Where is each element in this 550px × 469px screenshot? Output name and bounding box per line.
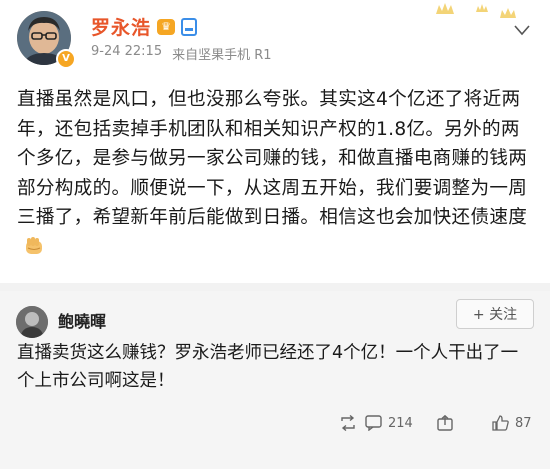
commenter-name[interactable]: 鲍曉暉 xyxy=(58,308,106,332)
section-divider xyxy=(0,283,550,291)
thumbs-up-icon xyxy=(492,415,509,431)
comment-action[interactable]: 214 xyxy=(365,409,413,437)
comment-card: 鲍曉暉 + 关注 直播卖货这么赚钱？罗永浩老师已经还了4个亿！一个人干出了一个上… xyxy=(0,291,550,469)
author-name[interactable]: 罗永浩 xyxy=(91,13,151,40)
crown-badge-icon: ♛ xyxy=(157,18,176,35)
share-action[interactable] xyxy=(437,409,454,437)
post-content: 直播虽然是风口，但也没那么夸张。其实这4个亿还了将近两年，还包括卖掉手机团队和相… xyxy=(17,85,537,262)
chevron-down-icon[interactable] xyxy=(514,24,530,36)
post-time: 9-24 22:15 xyxy=(91,44,163,59)
author-row: 罗永浩 ♛ xyxy=(91,13,198,40)
post-source[interactable]: 来自坚果手机 R1 xyxy=(172,44,271,63)
like-count: 87 xyxy=(515,415,532,431)
weibo-post: V 罗永浩 ♛ 9-24 22:15 来自坚果手机 R1 直播虽然是风口，但也没… xyxy=(0,0,550,283)
comment-count: 214 xyxy=(388,415,413,431)
comment-text: 直播卖货这么赚钱？罗永浩老师已经还了4个亿！一个人干出了一个上市公司啊这是！ xyxy=(17,343,519,391)
like-action[interactable]: 87 xyxy=(492,409,532,437)
decoration-crown-icons xyxy=(436,3,516,18)
comment-actions: 214 87 xyxy=(0,409,550,437)
commenter-avatar[interactable] xyxy=(16,306,48,338)
repost-action[interactable] xyxy=(339,409,357,437)
fist-emoji-icon xyxy=(26,236,42,254)
member-badge-icon xyxy=(181,17,198,36)
follow-button[interactable]: + 关注 xyxy=(456,299,534,329)
post-meta: 9-24 22:15 来自坚果手机 R1 xyxy=(91,44,272,63)
verified-badge-icon: V xyxy=(56,49,76,69)
post-text: 直播虽然是风口，但也没那么夸张。其实这4个亿还了将近两年，还包括卖掉手机团队和相… xyxy=(17,89,528,228)
repost-icon xyxy=(341,415,355,431)
share-icon xyxy=(437,415,453,431)
comment-icon xyxy=(365,415,382,431)
